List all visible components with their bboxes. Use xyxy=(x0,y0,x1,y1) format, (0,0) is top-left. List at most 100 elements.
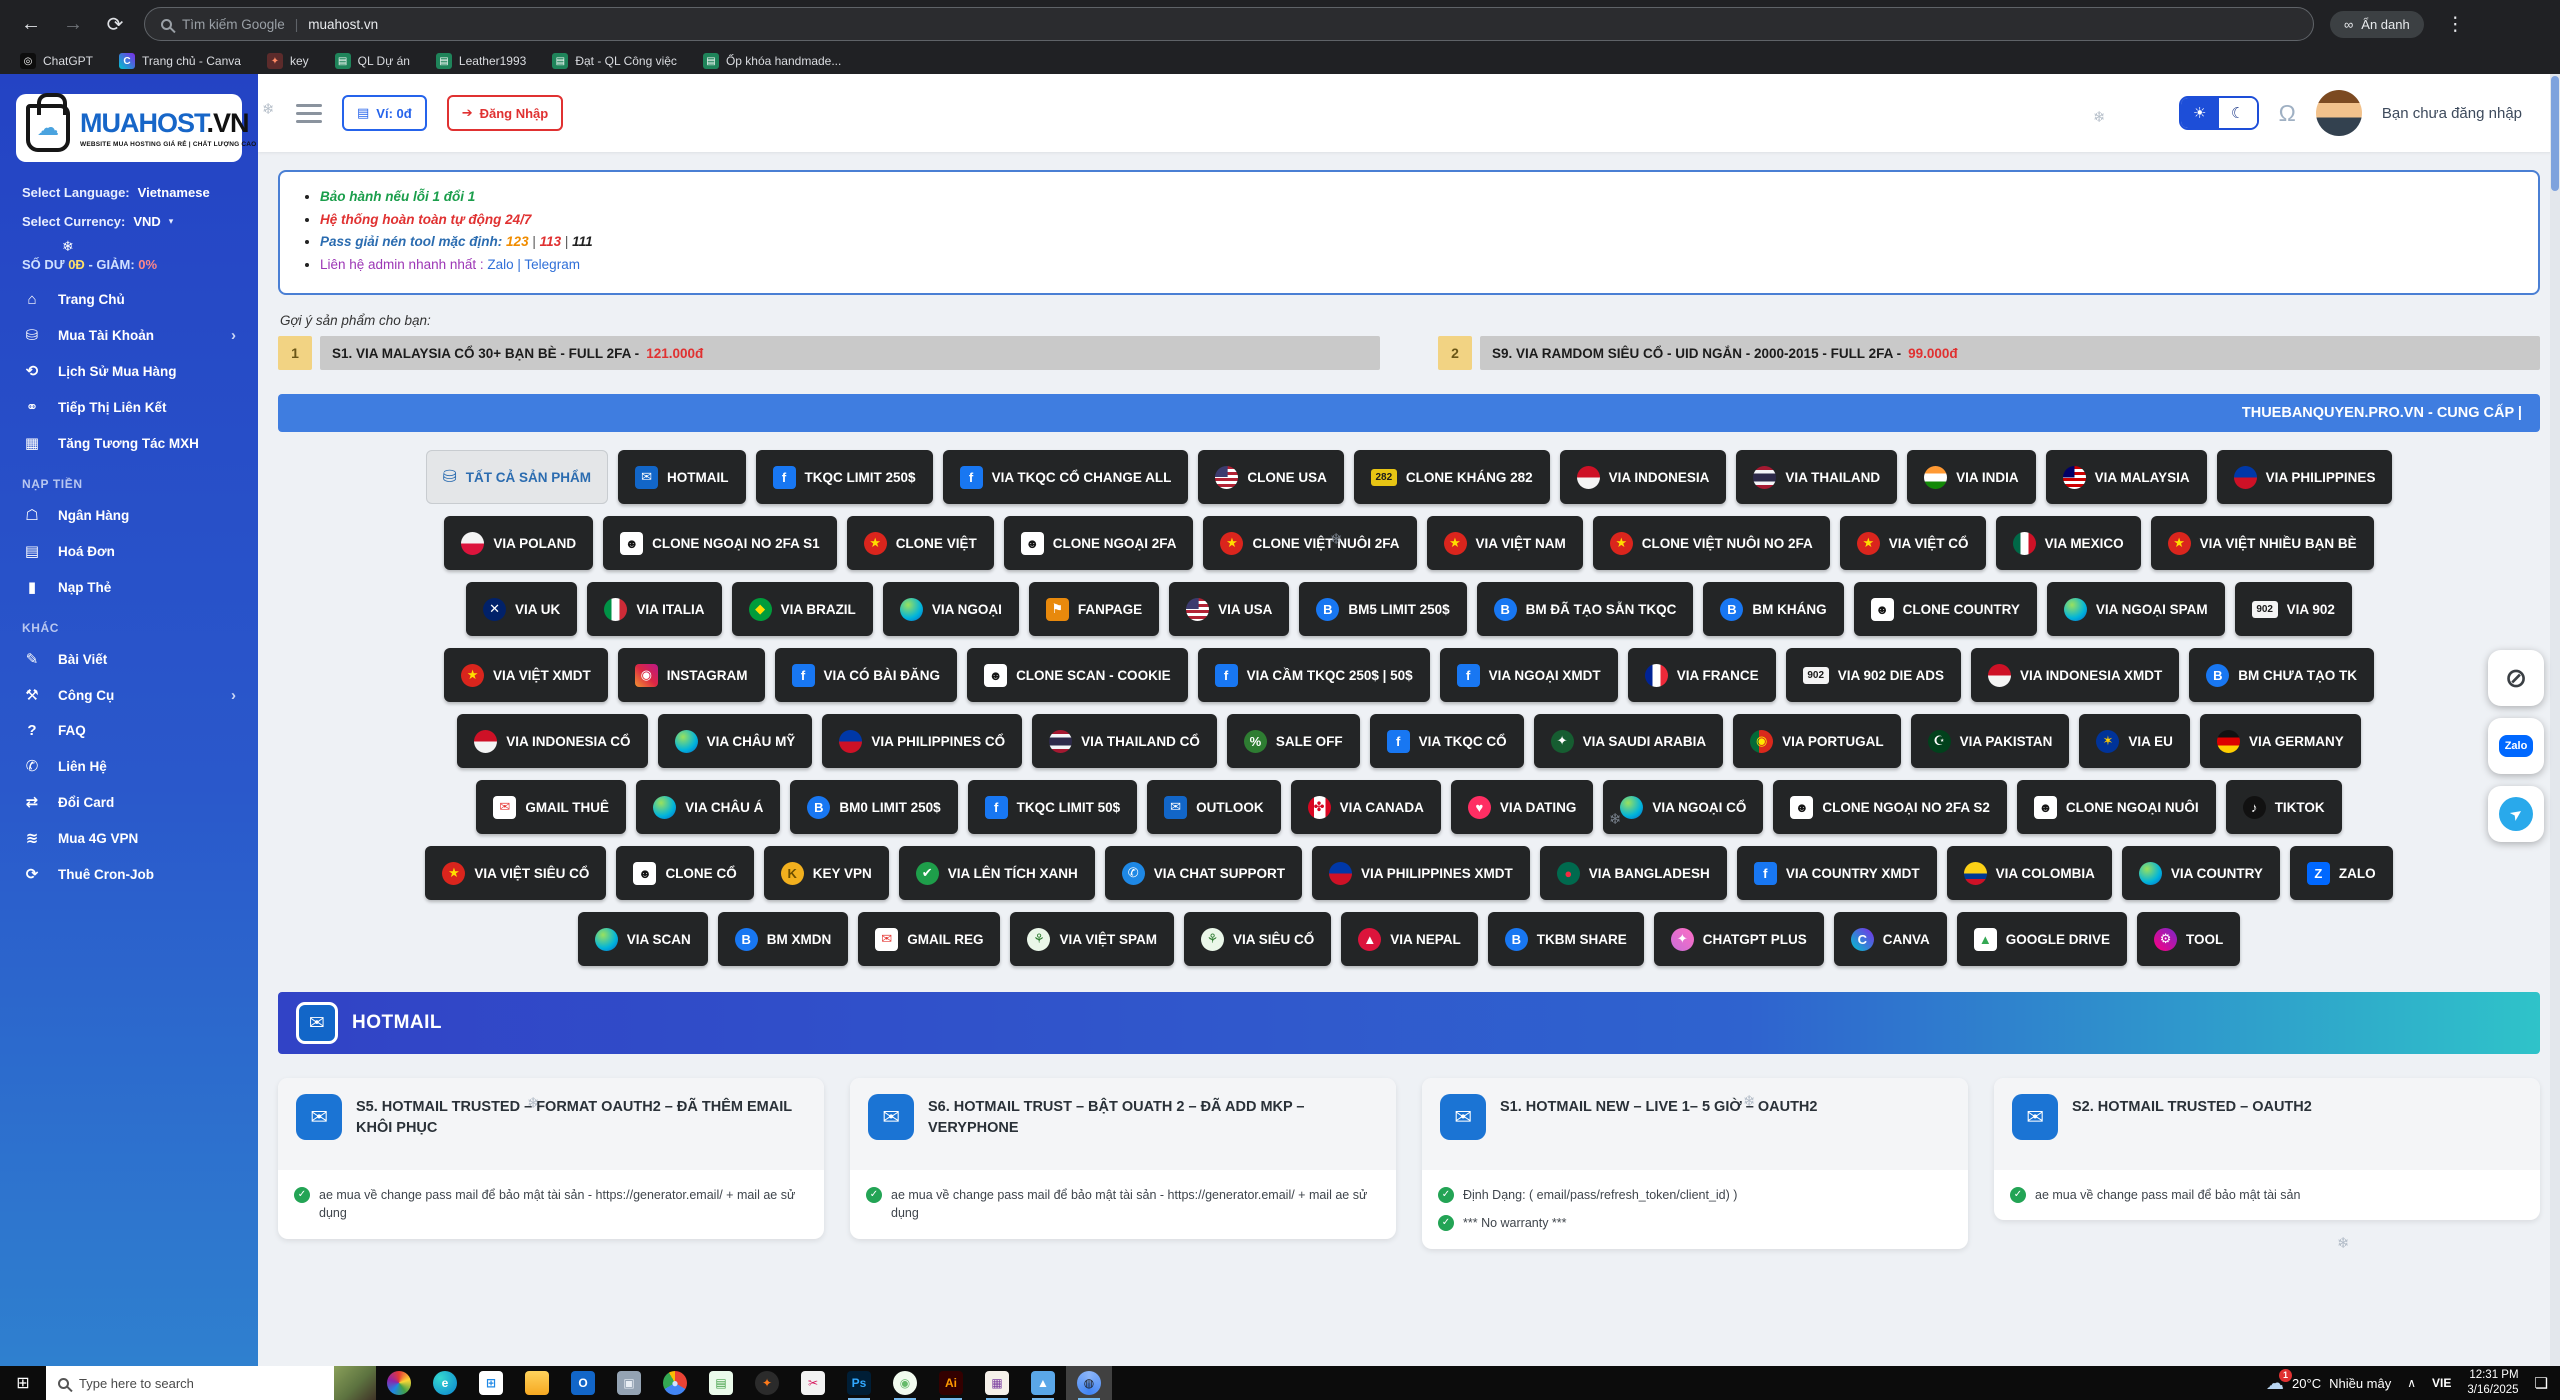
language-indicator[interactable]: VIE xyxy=(2432,1376,2451,1390)
category-button-via-country[interactable]: VIA COUNTRY xyxy=(2122,846,2280,900)
suggestion-item[interactable]: 1S1. VIA MALAYSIA CỔ 30+ BẠN BÈ - FULL 2… xyxy=(278,336,1380,370)
category-button-via-ngo-i-xmdt[interactable]: fVIA NGOẠI XMDT xyxy=(1440,648,1618,702)
category-button-tiktok[interactable]: ♪TIKTOK xyxy=(2226,780,2342,834)
bookmark-p-kh-a-handmade[interactable]: ▤Ốp khóa handmade... xyxy=(703,53,841,69)
category-button-via-usa[interactable]: VIA USA xyxy=(1169,582,1289,636)
bookmark-chatgpt[interactable]: ◎ChatGPT xyxy=(20,53,93,69)
category-button-via-tkqc-c-change-all[interactable]: fVIA TKQC CỔ CHANGE ALL xyxy=(943,450,1189,504)
notice-link-zalo[interactable]: Zalo xyxy=(487,257,513,272)
category-button-via-bangladesh[interactable]: ●VIA BANGLADESH xyxy=(1540,846,1727,900)
sidebar-item-l-ch-s-mua-h-ng[interactable]: ⟲Lịch Sử Mua Hàng xyxy=(0,353,258,389)
category-button-via-philippines-xmdt[interactable]: VIA PHILIPPINES XMDT xyxy=(1312,846,1530,900)
sidebar-item-ti-p-th-li-n-k-t[interactable]: ⚭Tiếp Thị Liên Kết xyxy=(0,389,258,425)
category-button-via-italia[interactable]: VIA ITALIA xyxy=(587,582,721,636)
sidebar-item-li-n-h[interactable]: ✆Liên Hệ xyxy=(0,748,258,784)
bookmark-trang-ch-canva[interactable]: CTrang chủ - Canva xyxy=(119,53,241,69)
category-button-t-t-c-s-n-ph-m[interactable]: ⛁TẤT CẢ SẢN PHẨM xyxy=(426,450,609,504)
category-button-clone-country[interactable]: ☻CLONE COUNTRY xyxy=(1854,582,2037,636)
category-button-via-philippines-c[interactable]: VIA PHILIPPINES CỔ xyxy=(822,714,1022,768)
category-button-via-scan[interactable]: VIA SCAN xyxy=(578,912,708,966)
moon-icon[interactable]: ☾ xyxy=(2219,98,2257,128)
category-button-via-902-die-ads[interactable]: 902VIA 902 DIE ADS xyxy=(1786,648,1961,702)
category-button-bm0-limit-250[interactable]: BBM0 LIMIT 250$ xyxy=(790,780,957,834)
taskbar-app-photoshop[interactable]: Ps xyxy=(836,1366,882,1400)
taskbar-app-microsoft-store[interactable]: ⊞ xyxy=(468,1366,514,1400)
back-button[interactable]: ← xyxy=(18,13,44,36)
category-button-via-ch-u[interactable]: VIA CHÂU Á xyxy=(636,780,780,834)
taskbar-app-color-wheel-app[interactable] xyxy=(376,1366,422,1400)
category-button-key-vpn[interactable]: KKEY VPN xyxy=(764,846,889,900)
category-button-zalo[interactable]: ZZALO xyxy=(2290,846,2393,900)
hide-widget-button[interactable]: ⊘ xyxy=(2488,650,2544,706)
taskbar-app-notepad-app[interactable]: ▤ xyxy=(698,1366,744,1400)
category-button-bm-kh-ng[interactable]: BBM KHÁNG xyxy=(1703,582,1843,636)
scrollbar-thumb[interactable] xyxy=(2551,76,2559,191)
telegram-contact-button[interactable]: ➤ xyxy=(2488,786,2544,842)
sidebar-item-mua-4g-vpn[interactable]: ≋Mua 4G VPN xyxy=(0,820,258,856)
category-button-via-vi-t-spam[interactable]: ⚘VIA VIỆT SPAM xyxy=(1010,912,1174,966)
category-button-via-poland[interactable]: VIA POLAND xyxy=(444,516,593,570)
category-button-via-si-u-c[interactable]: ⚘VIA SIÊU CỔ xyxy=(1184,912,1331,966)
avatar[interactable] xyxy=(2316,90,2362,136)
category-button-via-ngo-i[interactable]: VIA NGOẠI xyxy=(883,582,1019,636)
taskbar-app-chrome[interactable]: ● xyxy=(652,1366,698,1400)
category-button-via-pakistan[interactable]: ☪VIA PAKISTAN xyxy=(1911,714,2070,768)
category-button-instagram[interactable]: ◉INSTAGRAM xyxy=(618,648,765,702)
taskbar-app-edge-browser[interactable]: e xyxy=(422,1366,468,1400)
category-button-via-chat-support[interactable]: ✆VIA CHAT SUPPORT xyxy=(1105,846,1302,900)
category-button-via-vi-t-si-u-c[interactable]: ★VIA VIỆT SIÊU CỔ xyxy=(425,846,606,900)
category-button-via-philippines[interactable]: VIA PHILIPPINES xyxy=(2217,450,2393,504)
category-button-via-colombia[interactable]: VIA COLOMBIA xyxy=(1947,846,2112,900)
weather-widget[interactable]: ☁1 20°C Nhiều mây xyxy=(2266,1373,2391,1394)
category-button-via-c-m-tkqc-250-50[interactable]: fVIA CẦM TKQC 250$ | 50$ xyxy=(1198,648,1430,702)
sidebar-item-mua-t-i-kho-n[interactable]: ⛁Mua Tài Khoản› xyxy=(0,317,258,353)
bookmark-key[interactable]: ✦key xyxy=(267,53,309,69)
category-button-gmail-thu[interactable]: ✉GMAIL THUÊ xyxy=(476,780,626,834)
product-card[interactable]: ✉S6. HOTMAIL TRUST – BẬT OUATH 2 – ĐÃ AD… xyxy=(850,1078,1396,1238)
category-button-via-malaysia[interactable]: VIA MALAYSIA xyxy=(2046,450,2207,504)
forward-button[interactable]: → xyxy=(60,13,86,36)
login-button[interactable]: ➔ Đăng Nhập xyxy=(447,95,564,131)
product-card[interactable]: ✉S1. HOTMAIL NEW – LIVE 1– 5 GIỜ – OAUTH… xyxy=(1422,1078,1968,1248)
category-button-bm5-limit-250[interactable]: BBM5 LIMIT 250$ xyxy=(1299,582,1466,636)
category-button-via-germany[interactable]: VIA GERMANY xyxy=(2200,714,2361,768)
page-scrollbar[interactable] xyxy=(2550,74,2560,1366)
sidebar-item-ng-n-h-ng[interactable]: ☖Ngân Hàng xyxy=(0,497,258,533)
category-button-via-thailand-c[interactable]: VIA THAILAND CỔ xyxy=(1032,714,1217,768)
sidebar-item-faq[interactable]: ?FAQ xyxy=(0,713,258,748)
category-button-via-l-n-t-ch-xanh[interactable]: ✔VIA LÊN TÍCH XANH xyxy=(899,846,1095,900)
taskbar-app-illustrator[interactable]: Ai xyxy=(928,1366,974,1400)
category-button-clone-kh-ng-282[interactable]: 282CLONE KHÁNG 282 xyxy=(1354,450,1550,504)
bookmark-ql-d-n[interactable]: ▤QL Dự án xyxy=(335,53,410,69)
zalo-contact-button[interactable]: Zalo xyxy=(2488,718,2544,774)
category-button-chatgpt-plus[interactable]: ✦CHATGPT PLUS xyxy=(1654,912,1824,966)
category-button-via-country-xmdt[interactable]: fVIA COUNTRY XMDT xyxy=(1737,846,1937,900)
url-bar[interactable]: Tìm kiếm Google | muahost.vn xyxy=(144,7,2314,41)
theme-toggle[interactable]: ☀ ☾ xyxy=(2179,96,2259,130)
category-button-via-uk[interactable]: ✕VIA UK xyxy=(466,582,577,636)
product-card[interactable]: ✉S2. HOTMAIL TRUSTED – OAUTH2✓ae mua về … xyxy=(1994,1078,2540,1220)
category-button-bm-ch-a-t-o-tk[interactable]: BBM CHƯA TẠO TK xyxy=(2189,648,2374,702)
taskbar-app-green-circle-app[interactable]: ◉ xyxy=(882,1366,928,1400)
category-button-via-dating[interactable]: ♥VIA DATING xyxy=(1451,780,1594,834)
sidebar-item-thu-cron-job[interactable]: ⟳Thuê Cron-Job xyxy=(0,856,258,892)
taskbar-app-winrar[interactable]: ▦ xyxy=(974,1366,1020,1400)
taskbar-app-outlook[interactable]: O xyxy=(560,1366,606,1400)
category-button-outlook[interactable]: ✉OUTLOOK xyxy=(1147,780,1281,834)
search-daily-image[interactable] xyxy=(334,1366,376,1400)
category-button-tkbm-share[interactable]: BTKBM SHARE xyxy=(1488,912,1644,966)
category-button-clone-scan-cookie[interactable]: ☻CLONE SCAN - COOKIE xyxy=(967,648,1188,702)
category-button-via-vi-t-xmdt[interactable]: ★VIA VIỆT XMDT xyxy=(444,648,608,702)
bookmark-leather1993[interactable]: ▤Leather1993 xyxy=(436,53,526,69)
sidebar-item-t-ng-t-ng-t-c-mxh[interactable]: ▦Tăng Tương Tác MXH xyxy=(0,425,258,461)
category-button-via-eu[interactable]: ✶VIA EU xyxy=(2079,714,2190,768)
reload-button[interactable]: ⟳ xyxy=(102,12,128,37)
category-button-gmail-reg[interactable]: ✉GMAIL REG xyxy=(858,912,1000,966)
taskbar-app-flame-app[interactable]: ✦ xyxy=(744,1366,790,1400)
wallet-button[interactable]: ▤ Ví: 0đ xyxy=(342,95,427,131)
category-button-via-india[interactable]: VIA INDIA xyxy=(1907,450,2036,504)
category-button-via-brazil[interactable]: ◆VIA BRAZIL xyxy=(732,582,873,636)
category-button-clone-vi-t-nu-i-2fa[interactable]: ★CLONE VIỆT NUÔI 2FA xyxy=(1203,516,1416,570)
category-button-via-ngo-i-spam[interactable]: VIA NGOẠI SPAM xyxy=(2047,582,2225,636)
category-button-fanpage[interactable]: ⚑FANPAGE xyxy=(1029,582,1159,636)
